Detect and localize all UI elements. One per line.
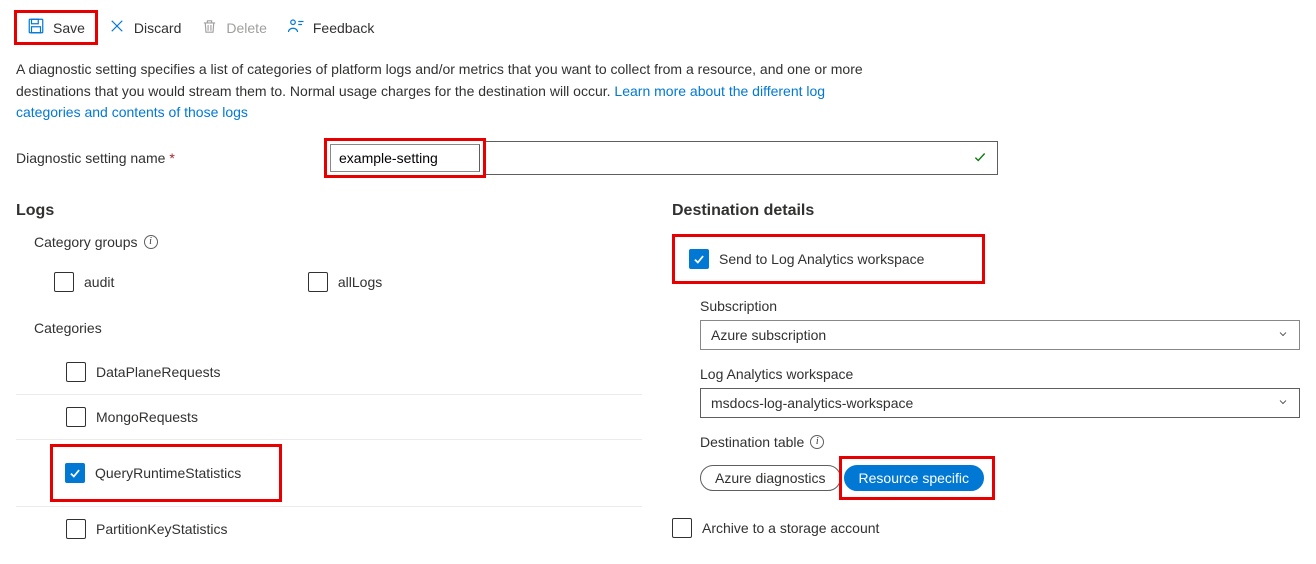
destination-heading: Destination details: [672, 202, 1300, 220]
save-button[interactable]: Save: [14, 10, 98, 45]
checkbox-queryruntimestats[interactable]: [65, 463, 85, 483]
label-partitionkeystats: PartitionKeyStatistics: [96, 521, 228, 537]
logs-column: Logs Category groups i audit allLogs Cat…: [16, 196, 642, 551]
subscription-field: Subscription Azure subscription: [700, 298, 1300, 350]
name-row: Diagnostic setting name*: [0, 124, 1316, 186]
workspace-field: Log Analytics workspace msdocs-log-analy…: [700, 366, 1300, 418]
workspace-label: Log Analytics workspace: [700, 366, 1300, 382]
category-queryruntimestats-highlight: QueryRuntimeStatistics: [50, 444, 282, 502]
checkbox-audit[interactable]: [54, 272, 74, 292]
category-partitionkeystats: PartitionKeyStatistics: [16, 507, 642, 551]
dest-table-label: Destination table i: [700, 434, 1300, 450]
pill-resource-specific-highlight: Resource specific: [839, 456, 996, 500]
label-dataplanerequests: DataPlaneRequests: [96, 364, 221, 380]
name-label-text: Diagnostic setting name: [16, 150, 165, 166]
valid-check-icon: [973, 150, 987, 167]
delete-button: Delete: [191, 14, 276, 42]
label-alllogs: allLogs: [338, 274, 382, 290]
pill-group: Azure diagnostics Resource specific: [700, 456, 995, 500]
save-icon: [27, 17, 45, 38]
checkbox-mongorequests[interactable]: [66, 407, 86, 427]
checkbox-row-alllogs: allLogs: [308, 264, 558, 300]
category-queryruntimestats-row: QueryRuntimeStatistics: [16, 440, 642, 507]
pill-azure-diagnostics[interactable]: Azure diagnostics: [700, 465, 841, 491]
name-input-tail: [486, 141, 998, 175]
subscription-select[interactable]: Azure subscription: [700, 320, 1300, 350]
chevron-down-icon: [1277, 395, 1289, 411]
pill-resource-specific[interactable]: Resource specific: [844, 465, 985, 491]
categories-heading: Categories: [34, 320, 642, 336]
trash-icon: [201, 18, 218, 38]
category-mongorequests: MongoRequests: [16, 395, 642, 440]
dest-table-label-text: Destination table: [700, 434, 804, 450]
checkbox-partitionkeystats[interactable]: [66, 519, 86, 539]
workspace-select[interactable]: msdocs-log-analytics-workspace: [700, 388, 1300, 418]
toolbar: Save Discard Delete Feedback: [0, 0, 1316, 59]
category-groups-row: audit allLogs: [16, 264, 642, 300]
label-archive: Archive to a storage account: [702, 520, 879, 536]
feedback-button[interactable]: Feedback: [277, 13, 384, 42]
label-queryruntimestats: QueryRuntimeStatistics: [95, 465, 241, 481]
columns: Logs Category groups i audit allLogs Cat…: [0, 186, 1316, 551]
category-groups-heading: Category groups i: [34, 234, 642, 250]
category-list: DataPlaneRequests MongoRequests QueryRun…: [16, 350, 642, 551]
name-input-highlight: [324, 138, 486, 178]
logs-heading: Logs: [16, 202, 642, 220]
category-dataplanerequests: DataPlaneRequests: [16, 350, 642, 395]
checkbox-send-law[interactable]: [689, 249, 709, 269]
dest-table-field: Destination table i Azure diagnostics Re…: [700, 434, 1300, 500]
send-law-highlight: Send to Log Analytics workspace: [672, 234, 985, 284]
workspace-value: msdocs-log-analytics-workspace: [711, 395, 913, 411]
checkbox-archive[interactable]: [672, 518, 692, 538]
discard-button[interactable]: Discard: [98, 13, 191, 42]
feedback-icon: [287, 17, 305, 38]
checkbox-row-audit: audit: [54, 264, 304, 300]
info-icon[interactable]: i: [144, 235, 158, 249]
setting-name-input[interactable]: [330, 144, 480, 172]
category-groups-label: Category groups: [34, 234, 138, 250]
archive-row: Archive to a storage account: [672, 518, 1300, 538]
subscription-label: Subscription: [700, 298, 1300, 314]
label-mongorequests: MongoRequests: [96, 409, 198, 425]
checkbox-alllogs[interactable]: [308, 272, 328, 292]
delete-label: Delete: [226, 20, 266, 36]
description-text: A diagnostic setting specifies a list of…: [0, 59, 900, 124]
label-audit: audit: [84, 274, 114, 290]
destination-column: Destination details Send to Log Analytic…: [672, 196, 1300, 551]
save-label: Save: [53, 20, 85, 36]
label-send-law: Send to Log Analytics workspace: [719, 251, 924, 267]
checkbox-dataplanerequests[interactable]: [66, 362, 86, 382]
name-label: Diagnostic setting name*: [16, 150, 316, 166]
required-asterisk: *: [169, 150, 174, 166]
name-input-valid-box: [486, 141, 998, 175]
feedback-label: Feedback: [313, 20, 374, 36]
subscription-value: Azure subscription: [711, 327, 826, 343]
discard-label: Discard: [134, 20, 181, 36]
chevron-down-icon: [1277, 327, 1289, 343]
close-icon: [108, 17, 126, 38]
info-icon[interactable]: i: [810, 435, 824, 449]
